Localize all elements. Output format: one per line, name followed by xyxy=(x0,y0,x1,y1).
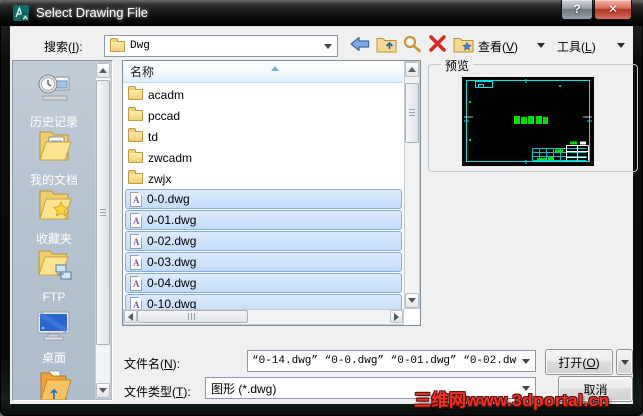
chevron-down-icon xyxy=(522,358,530,368)
list-vertical-scrollbar[interactable] xyxy=(404,61,420,309)
list-item-selected[interactable]: 0-0.dwg xyxy=(125,189,402,209)
dwg-file-icon xyxy=(130,191,142,207)
scrollbar-thumb[interactable] xyxy=(96,80,110,345)
list-item[interactable]: pccad xyxy=(124,105,404,126)
new-folder-button[interactable] xyxy=(451,35,475,57)
view-menu[interactable]: 查看(V) xyxy=(478,38,518,55)
dwg-file-icon xyxy=(130,233,142,249)
scrollbar-thumb[interactable] xyxy=(137,310,248,323)
triangle-down-icon xyxy=(408,298,416,307)
folder-icon xyxy=(128,128,143,142)
places-scrollbar[interactable] xyxy=(95,62,111,399)
dwg-file-icon xyxy=(130,296,142,309)
triangle-left-icon xyxy=(124,312,133,321)
look-in-combobox[interactable]: Dwg xyxy=(104,35,338,57)
place-my-documents[interactable]: 我的文档 xyxy=(13,128,95,188)
list-item[interactable]: acadm xyxy=(124,84,404,105)
place-history[interactable]: 历史记录 xyxy=(13,70,95,130)
place-folder-partial[interactable] xyxy=(13,366,95,400)
list-item-selected[interactable]: 0-10.dwg xyxy=(125,294,402,309)
list-item[interactable]: zwcadm xyxy=(124,147,404,168)
list-item-selected[interactable]: 0-01.dwg xyxy=(125,210,402,230)
favorites-icon xyxy=(36,187,72,228)
file-list: 名称 acadm pccad td zwcadm zwjx 0-0.dwg 0-… xyxy=(122,60,421,326)
list-item-selected[interactable]: 0-04.dwg xyxy=(125,273,402,293)
drawing-preview-image xyxy=(462,77,594,166)
desktop-icon xyxy=(36,308,72,347)
scroll-up-button[interactable] xyxy=(96,63,110,78)
history-icon xyxy=(35,70,73,111)
delete-x-icon xyxy=(427,34,448,58)
magnifier-icon xyxy=(402,34,422,58)
folder-icon xyxy=(128,107,143,121)
filetype-label: 文件类型(T): xyxy=(124,385,191,399)
chevron-down-icon xyxy=(620,359,629,369)
place-label: 桌面 xyxy=(41,351,66,365)
folder-icon xyxy=(110,37,125,52)
places-bar: 历史记录 我的文档 收藏夹 FTP 桌面 xyxy=(12,60,113,401)
place-favorites[interactable]: 收藏夹 xyxy=(13,187,95,247)
close-button[interactable]: ✕ xyxy=(594,0,632,20)
list-item-selected[interactable]: 0-02.dwg xyxy=(125,231,402,251)
preview-group: 预览 xyxy=(428,57,638,172)
triangle-right-icon xyxy=(394,312,403,321)
my-documents-icon xyxy=(36,128,72,169)
back-button[interactable] xyxy=(348,35,372,57)
file-rows: acadm pccad td zwcadm zwjx 0-0.dwg 0-01.… xyxy=(124,84,404,309)
triangle-up-icon xyxy=(408,63,416,72)
list-item[interactable]: zwjx xyxy=(124,168,404,189)
scroll-down-button[interactable] xyxy=(96,383,110,398)
filename-label: 文件名(N): xyxy=(124,357,181,371)
triangle-up-icon xyxy=(99,64,107,73)
place-label: 收藏夹 xyxy=(35,232,72,246)
scroll-up-button[interactable] xyxy=(405,62,419,77)
ftp-icon xyxy=(36,247,72,288)
name-column-header[interactable]: 名称 xyxy=(123,61,403,83)
place-label: FTP xyxy=(42,290,66,304)
help-button[interactable]: ? xyxy=(561,0,593,20)
chevron-down-icon xyxy=(324,43,332,53)
open-button[interactable]: 打开(O) xyxy=(545,349,613,375)
sort-ascending-icon xyxy=(271,62,279,71)
preview-label: 预览 xyxy=(441,57,474,74)
view-menu-chevron-down-icon[interactable] xyxy=(537,43,545,52)
back-arrow-icon xyxy=(349,35,371,58)
watermark: 三维网www.3dportal.cn xyxy=(414,391,610,410)
scroll-left-button[interactable] xyxy=(124,310,137,323)
scroll-down-button[interactable] xyxy=(405,293,419,308)
folder-icon xyxy=(128,170,143,184)
list-horizontal-scrollbar[interactable] xyxy=(123,309,404,325)
list-item-selected[interactable]: 0-03.dwg xyxy=(125,252,402,272)
folder-icon xyxy=(128,149,143,163)
delete-button[interactable] xyxy=(425,35,449,57)
open-split-button[interactable] xyxy=(616,349,633,375)
select-drawing-file-dialog: Select Drawing File ? ✕ 搜索(I): Dwg 查看(V)… xyxy=(0,0,643,416)
scroll-right-button[interactable] xyxy=(390,310,403,323)
filename-combobox[interactable]: “0-14.dwg” “0-0.dwg” “0-01.dwg” “0-02.dw… xyxy=(247,350,536,372)
look-in-value: Dwg xyxy=(130,40,150,52)
scrollbar-thumb[interactable] xyxy=(405,83,419,143)
dwg-file-icon xyxy=(130,212,142,228)
tools-menu-chevron-down-icon[interactable] xyxy=(617,43,625,52)
up-folder-icon xyxy=(376,34,397,58)
dwg-file-icon xyxy=(130,254,142,270)
cad-app-icon xyxy=(13,5,29,21)
search-button[interactable] xyxy=(400,35,424,57)
filename-value: “0-14.dwg” “0-0.dwg” “0-01.dwg” “0-02.dw… xyxy=(252,355,517,367)
place-desktop[interactable]: 桌面 xyxy=(13,308,95,366)
window-title: Select Drawing File xyxy=(36,5,148,20)
orange-folder-icon xyxy=(36,366,72,400)
place-ftp[interactable]: FTP xyxy=(13,247,95,304)
tools-menu[interactable]: 工具(L) xyxy=(557,38,596,55)
titlebar[interactable]: Select Drawing File ? ✕ xyxy=(0,0,643,26)
list-item[interactable]: td xyxy=(124,126,404,147)
look-in-label: 搜索(I): xyxy=(44,40,83,54)
dwg-file-icon xyxy=(130,275,142,291)
place-label: 我的文档 xyxy=(29,173,78,187)
new-folder-icon xyxy=(453,34,474,58)
triangle-down-icon xyxy=(99,388,107,397)
up-one-level-button[interactable] xyxy=(374,35,398,57)
folder-icon xyxy=(128,86,143,100)
